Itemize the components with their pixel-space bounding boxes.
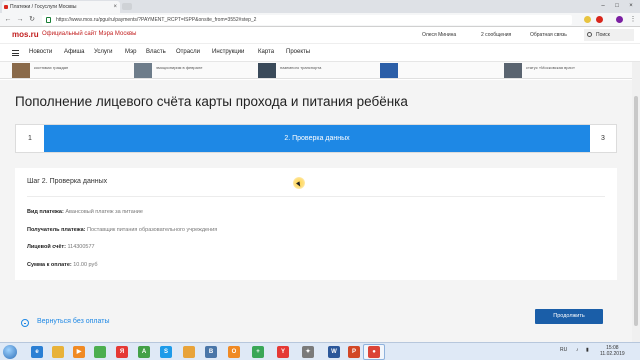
payment-type-value: Авансовый платеж за питание: [65, 209, 143, 215]
search-label: Поиск: [596, 32, 610, 38]
taskbar-chrome-icon[interactable]: [94, 346, 106, 358]
extension-icon[interactable]: [584, 16, 591, 23]
payment-type-label: Вид платежа:: [27, 209, 64, 215]
feedback-link[interactable]: Обратная связь: [530, 32, 567, 38]
reload-icon[interactable]: ↻: [27, 14, 37, 26]
news-text: эмоционирим в феврале: [156, 65, 203, 70]
close-window-button[interactable]: ×: [624, 0, 638, 12]
nav-item-projects[interactable]: Проекты: [286, 49, 310, 55]
news-text: костюмах граждан: [34, 65, 69, 70]
start-button[interactable]: [3, 345, 17, 359]
main-nav: Новости Афиша Услуги Мэр Власть Отрасли …: [0, 44, 640, 62]
taskbar-odnoklassniki-icon[interactable]: О: [228, 346, 240, 358]
verification-card: Шаг 2. Проверка данных Вид платежа: Аван…: [15, 168, 617, 280]
taskbar-settings-icon[interactable]: ✦: [302, 346, 314, 358]
news-text: наземного транспорта: [280, 65, 322, 70]
taskbar-vk-icon[interactable]: B: [205, 346, 217, 358]
account-value: 114300577: [67, 244, 95, 250]
step-2-active: 2. Проверка данных: [44, 125, 590, 152]
scrollbar-thumb[interactable]: [634, 96, 638, 326]
news-strip: костюмах граждан эмоционирим в феврале н…: [0, 62, 640, 79]
back-link-label: Вернуться без оплаты: [37, 318, 110, 325]
new-tab-button[interactable]: [122, 3, 132, 10]
news-thumbnail: [504, 63, 522, 78]
url-input[interactable]: https://www.mos.ru/pgu/ru/payments/?PAYM…: [42, 15, 572, 25]
tab-close-icon[interactable]: ×: [113, 1, 117, 13]
nav-item-industries[interactable]: Отрасли: [176, 49, 200, 55]
recipient-row: Получатель платежа: Поставщик питания об…: [27, 227, 217, 233]
extension-icon[interactable]: [596, 16, 603, 23]
nav-item-instructions[interactable]: Инструкции: [212, 49, 244, 55]
taskbar-media-icon[interactable]: ▶: [73, 346, 85, 358]
nav-item-government[interactable]: Власть: [146, 49, 166, 55]
favicon-icon: [4, 5, 8, 9]
steps-progress: 1 2. Проверка данных 3: [15, 124, 617, 153]
browser-tabbar: Платежи / Госуслуги Москвы × – □ ×: [0, 0, 640, 13]
recipient-value: Поставщик питания образовательного учреж…: [87, 227, 218, 233]
back-arrow-icon[interactable]: ←: [3, 14, 13, 26]
nav-item-services[interactable]: Услуги: [94, 49, 112, 55]
nav-item-news[interactable]: Новости: [29, 49, 52, 55]
nav-item-mayor[interactable]: Мэр: [125, 49, 136, 55]
news-text: статус «Московская врач»: [526, 65, 575, 70]
recipient-label: Получатель платежа:: [27, 227, 86, 233]
news-thumbnail: [12, 63, 30, 78]
nav-item-afisha[interactable]: Афиша: [64, 49, 85, 55]
taskbar-word-icon[interactable]: W: [328, 346, 340, 358]
messages-link[interactable]: 2 сообщения: [481, 32, 511, 38]
taskbar-yandex-icon[interactable]: Я: [116, 346, 128, 358]
site-logo[interactable]: mos.ru: [12, 30, 39, 39]
taskbar-skype-icon[interactable]: S: [160, 346, 172, 358]
clock[interactable]: 15:08 11.02.2019: [600, 345, 625, 357]
card-title: Шаг 2. Проверка данных: [27, 178, 108, 185]
back-circle-icon: [21, 319, 29, 327]
amount-row: Сумма к оплате: 10.00 руб: [27, 262, 98, 268]
windows-taskbar: e ▶ Я A S B О + Y ✦ W P ● RU ♪ ▮ 15:08 11.02.2019: [0, 342, 640, 360]
taskbar-folder-icon[interactable]: [183, 346, 195, 358]
hamburger-menu-icon[interactable]: [12, 50, 19, 56]
step-3: 3: [601, 135, 605, 142]
nav-item-map[interactable]: Карта: [258, 49, 274, 55]
lock-icon: [46, 17, 51, 23]
account-row: Лицевой счёт: 114300577: [27, 244, 95, 250]
site-title[interactable]: Официальный сайт Мэра Москвы: [42, 31, 136, 37]
site-header: mos.ru Официальный сайт Мэра Москвы Олес…: [0, 27, 640, 44]
user-name-link[interactable]: Олеся Минина: [422, 32, 456, 38]
amount-value: 10.00 руб: [73, 262, 98, 268]
step-1: 1: [28, 135, 32, 142]
network-icon[interactable]: ▮: [586, 347, 589, 353]
taskbar-app-a-icon[interactable]: A: [138, 346, 150, 358]
profile-avatar-icon[interactable]: [616, 16, 623, 23]
address-bar: ← → ↻ https://www.mos.ru/pgu/ru/payments…: [0, 13, 640, 27]
news-thumbnail: [380, 63, 398, 78]
news-thumbnail: [134, 63, 152, 78]
menu-dots-icon[interactable]: ⋮: [628, 14, 638, 26]
taskbar-explorer-icon[interactable]: [52, 346, 64, 358]
search-icon: [587, 32, 592, 37]
taskbar-chrome-active-icon[interactable]: ●: [368, 346, 380, 358]
forward-arrow-icon[interactable]: →: [15, 14, 25, 26]
continue-button[interactable]: Продолжить: [535, 309, 603, 324]
url-text: https://www.mos.ru/pgu/ru/payments/?PAYM…: [56, 17, 257, 23]
maximize-button[interactable]: □: [610, 0, 624, 12]
taskbar-powerpoint-icon[interactable]: P: [348, 346, 360, 358]
taskbar-yandex-browser-icon[interactable]: Y: [277, 346, 289, 358]
account-label: Лицевой счёт:: [27, 244, 66, 250]
amount-label: Сумма к оплате:: [27, 262, 72, 268]
minimize-button[interactable]: –: [596, 0, 610, 12]
volume-icon[interactable]: ♪: [576, 347, 579, 353]
page-title: Пополнение лицевого счёта карты прохода …: [15, 94, 408, 109]
browser-tab[interactable]: Платежи / Госуслуги Москвы ×: [2, 1, 120, 13]
clock-date: 11.02.2019: [600, 351, 625, 357]
search-button[interactable]: Поиск: [584, 29, 634, 41]
tab-title: Платежи / Госуслуги Москвы: [10, 4, 77, 10]
divider: [27, 196, 605, 197]
payment-type-row: Вид платежа: Авансовый платеж за питание: [27, 209, 143, 215]
taskbar-green-app-icon[interactable]: +: [252, 346, 264, 358]
language-indicator[interactable]: RU: [560, 347, 567, 353]
news-thumbnail: [258, 63, 276, 78]
taskbar-ie-icon[interactable]: e: [31, 346, 43, 358]
